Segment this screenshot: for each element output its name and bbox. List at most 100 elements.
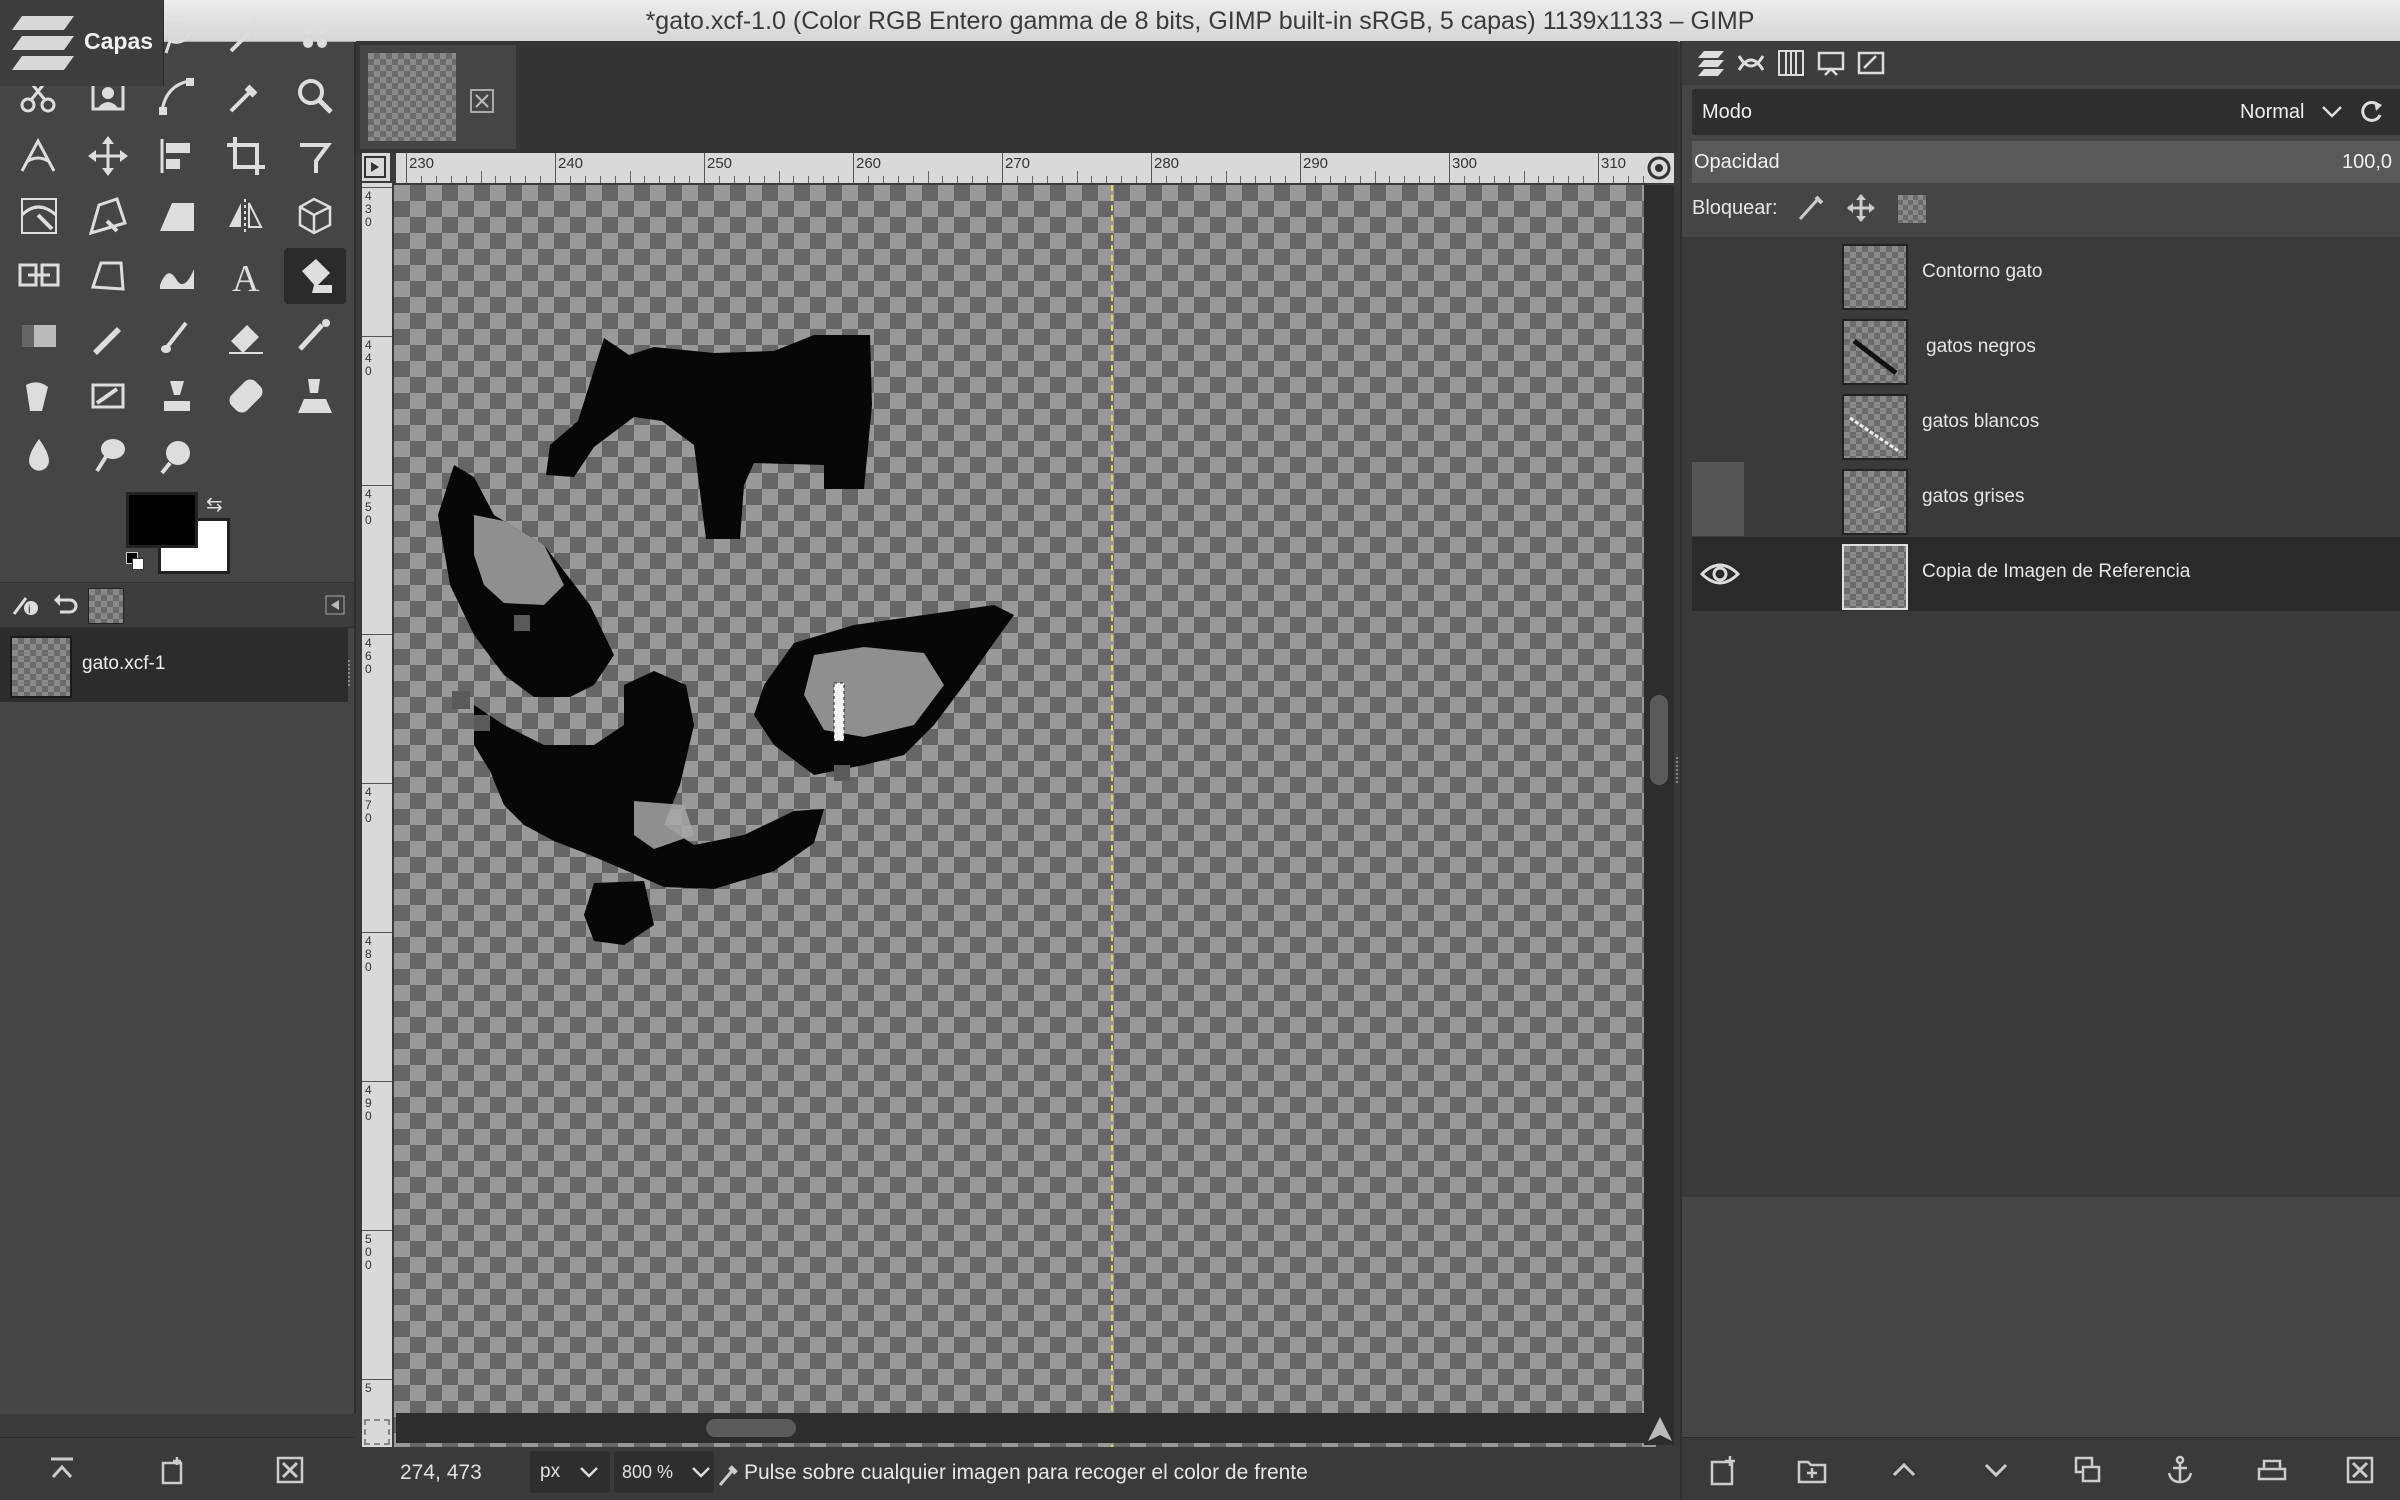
tool-airbrush[interactable] [284, 308, 346, 364]
tool-align[interactable] [146, 128, 208, 184]
delete-display-icon[interactable] [268, 1450, 312, 1490]
tool-options-tab-icon[interactable]: i [6, 587, 44, 623]
tool-perspective-clone[interactable] [284, 368, 346, 424]
layer-visibility-toggle[interactable] [1692, 462, 1744, 536]
tool-clone[interactable] [146, 368, 208, 424]
eye-icon[interactable] [1700, 559, 1740, 589]
tool-eraser[interactable] [215, 308, 277, 364]
zoom-select[interactable]: 800 % [614, 1451, 714, 1493]
status-message: Pulse sobre cualquier imagen para recoge… [744, 1461, 1308, 1484]
ruler-tick [704, 153, 705, 183]
tool-heal[interactable] [215, 368, 277, 424]
tool-dodge-burn[interactable] [146, 428, 208, 484]
image-canvas[interactable] [394, 185, 1656, 1451]
layer-mode-select[interactable]: Modo Normal [1692, 89, 2364, 135]
layer-row[interactable]: gatos negros [1692, 312, 2400, 386]
tool-3d-transform[interactable] [284, 188, 346, 244]
layers-tab-icon[interactable] [1692, 45, 1730, 81]
layer-row-selected[interactable]: Copia de Imagen de Referencia [1692, 537, 2400, 611]
default-colors-icon[interactable] [126, 552, 144, 570]
tool-handle-transform[interactable] [77, 188, 139, 244]
opacity-slider[interactable]: Opacidad 100,0 [1692, 141, 2400, 183]
quick-mask-toggle-icon[interactable] [364, 1419, 390, 1445]
tool-crop[interactable] [215, 128, 277, 184]
airbrush-icon [298, 319, 330, 351]
ruler-tick [853, 153, 854, 183]
image-list-item[interactable]: gato.xcf-1 [0, 628, 348, 702]
paths-tab-icon[interactable] [1732, 45, 1770, 81]
tool-fuzzy-select[interactable] [215, 8, 277, 64]
tool-unified-transform[interactable] [284, 128, 346, 184]
tool-pencil[interactable] [77, 308, 139, 364]
vertical-scrollbar[interactable] [1644, 185, 1674, 1445]
eraser-icon [229, 325, 263, 354]
layer-row[interactable]: gatos blancos [1692, 387, 2400, 461]
ruler-minor-tick [897, 176, 899, 183]
tool-smudge[interactable] [77, 428, 139, 484]
window-titlebar: *gato.xcf-1.0 (Color RGB Entero gamma de… [0, 0, 2400, 42]
raise-view-icon[interactable] [40, 1450, 84, 1490]
layer-mask-icon[interactable] [2250, 1450, 2294, 1490]
vertical-scroll-thumb[interactable] [1650, 695, 1668, 785]
tool-flip[interactable] [215, 188, 277, 244]
tool-mypaint-brush[interactable] [77, 368, 139, 424]
layer-row[interactable]: gatos grises [1692, 462, 2400, 536]
ruler-tick [1151, 153, 1152, 183]
devices-tab-icon[interactable] [1812, 45, 1850, 81]
window-title: *gato.xcf-1.0 (Color RGB Entero gamma de… [645, 7, 1755, 35]
delete-layer-icon[interactable] [2338, 1450, 2382, 1490]
unit-select[interactable]: px [530, 1451, 610, 1493]
layer-row[interactable]: Contorno gato [1692, 237, 2400, 311]
tool-paintbrush[interactable] [146, 308, 208, 364]
tool-smudge-wave[interactable] [146, 248, 208, 304]
channels-tab-icon[interactable] [1772, 45, 1810, 81]
dock-tab-capas[interactable]: Capas [0, 0, 164, 86]
lock-alpha-icon[interactable] [1898, 195, 1926, 223]
swap-colors-icon[interactable]: ⇆ [206, 492, 223, 517]
zoom-navigate-icon[interactable] [1644, 153, 1674, 183]
tool-by-color-select[interactable] [284, 8, 346, 64]
raise-layer-icon[interactable] [1882, 1450, 1926, 1490]
panel-resize-grip[interactable] [1676, 757, 1682, 783]
tool-text[interactable]: A [215, 248, 277, 304]
images-tab-icon[interactable] [88, 588, 124, 624]
reset-mode-button[interactable] [2348, 89, 2400, 135]
new-display-icon[interactable] [150, 1450, 194, 1490]
tool-gradient[interactable] [8, 308, 70, 364]
tool-warp-transform[interactable] [8, 188, 70, 244]
panel-menu-icon[interactable] [316, 587, 354, 623]
tool-zoom[interactable] [284, 68, 346, 124]
undo-history-tab-icon[interactable] [46, 587, 84, 623]
panel-resize-grip[interactable] [348, 660, 354, 686]
tool-color-picker[interactable] [215, 68, 277, 124]
horizontal-scrollbar[interactable] [396, 1413, 1646, 1443]
navigate-image-icon[interactable] [1646, 1415, 1674, 1443]
new-layer-group-icon[interactable] [1790, 1450, 1834, 1490]
lower-layer-icon[interactable] [1974, 1450, 2018, 1490]
new-layer-icon[interactable] [1700, 1450, 1744, 1490]
ruler-minor-tick [763, 176, 765, 183]
images-list-tab-icon[interactable] [1852, 45, 1890, 81]
tool-cage-transform[interactable] [8, 248, 70, 304]
horizontal-scroll-thumb[interactable] [706, 1419, 796, 1437]
lock-position-icon[interactable] [1846, 193, 1876, 223]
blur-icon [29, 439, 49, 471]
quick-mask-corner-icon[interactable] [362, 153, 390, 181]
tool-perspective[interactable] [146, 188, 208, 244]
tool-move[interactable] [77, 128, 139, 184]
toolbox-panel: A ⇆ i gato.xcf-1 [0, 0, 356, 1500]
layer-thumbnail [1842, 469, 1908, 535]
close-tab-icon[interactable] [470, 89, 494, 113]
ruler-minor-tick [1404, 176, 1406, 183]
tool-text-path[interactable] [77, 248, 139, 304]
lock-pixels-icon[interactable] [1796, 193, 1826, 223]
duplicate-layer-icon[interactable] [2066, 1450, 2110, 1490]
tool-ink[interactable] [8, 368, 70, 424]
tool-measure[interactable] [8, 128, 70, 184]
anchor-layer-icon[interactable] [2158, 1450, 2202, 1490]
tool-blur[interactable] [8, 428, 70, 484]
tool-bucket-fill[interactable] [284, 248, 346, 304]
foreground-color-swatch[interactable] [126, 492, 198, 548]
image-tab[interactable] [360, 45, 516, 149]
ruler-minor-tick [1568, 176, 1570, 183]
